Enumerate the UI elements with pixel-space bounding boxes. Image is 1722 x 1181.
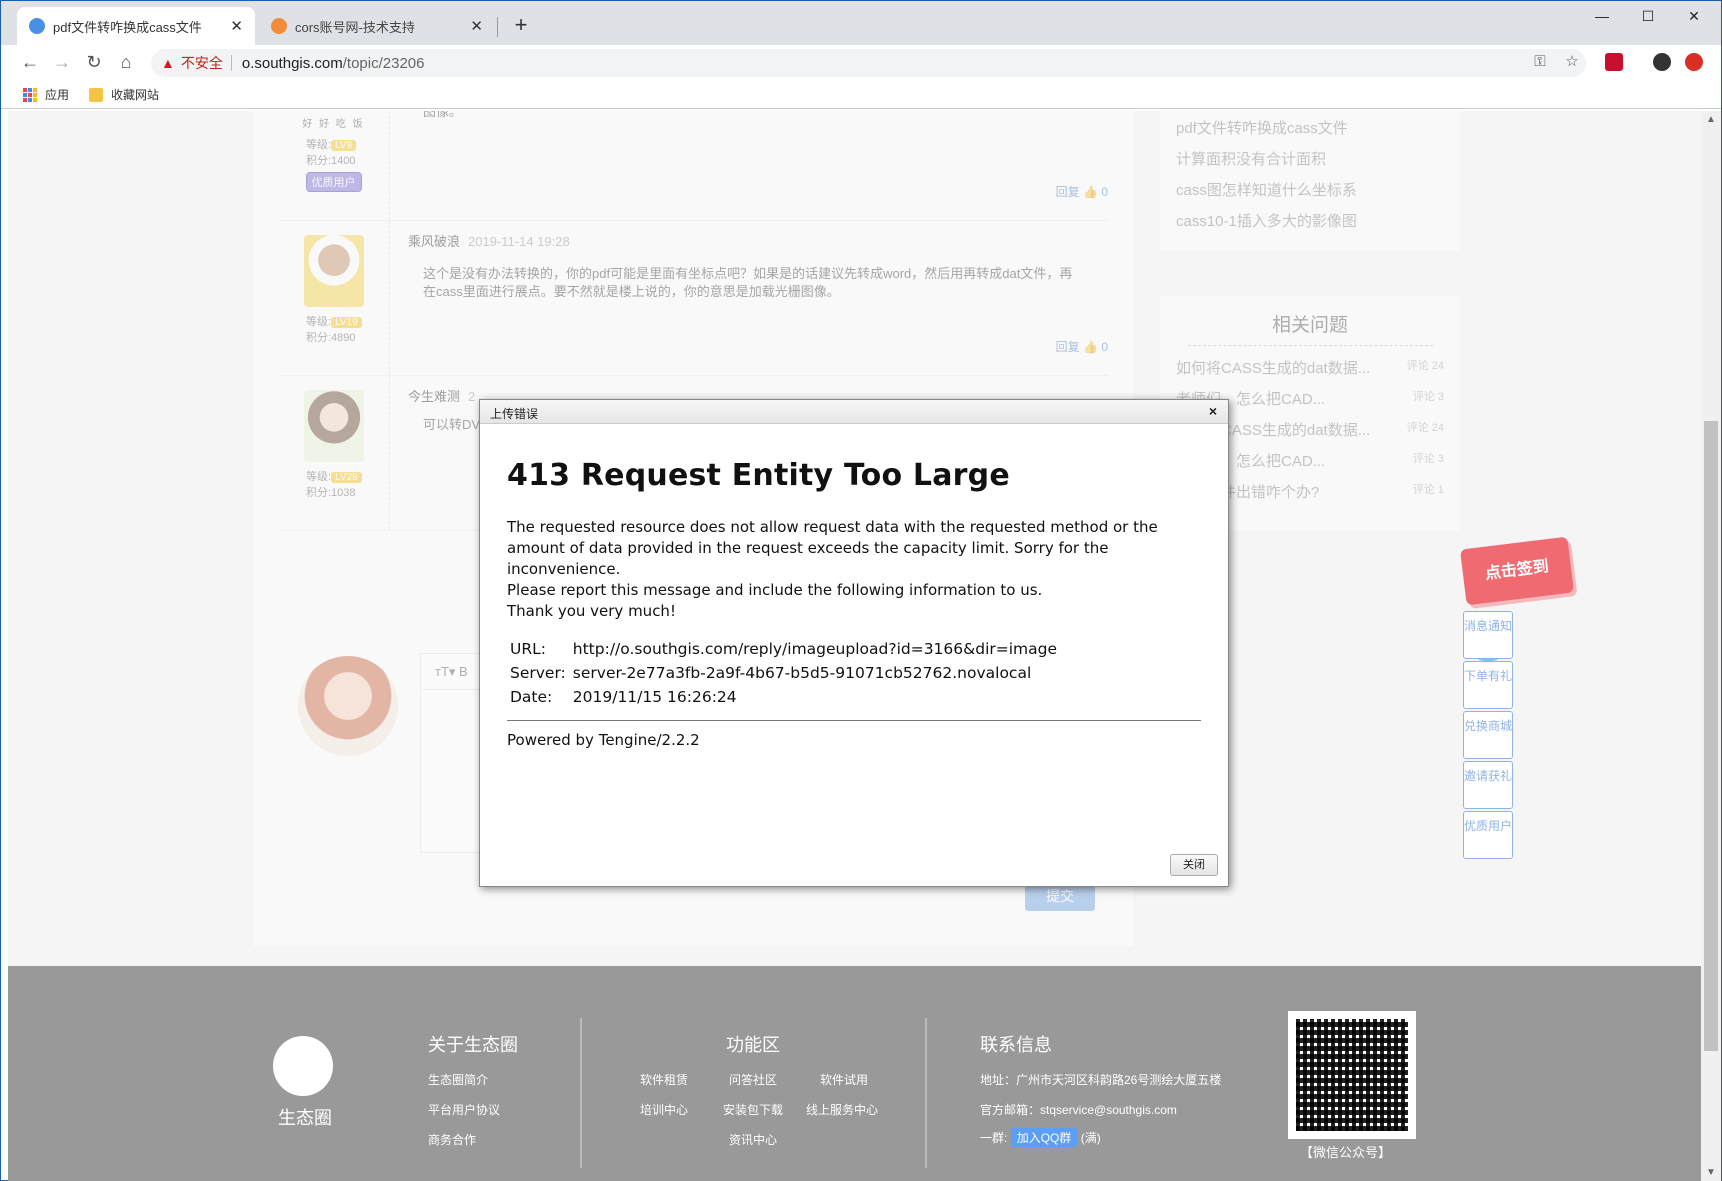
home-icon[interactable]: ⌂ <box>113 49 139 75</box>
folder-label: 收藏网站 <box>111 88 160 102</box>
error-info-table: URL: http://o.southgis.com/reply/imageupl… <box>507 638 1059 710</box>
info-row-date: Date: 2019/11/15 16:26:24 <box>510 688 737 706</box>
url-host: o.southgis.com <box>241 54 343 72</box>
tab-inactive[interactable]: cors账号网-技术支持 ✕ <box>259 7 495 45</box>
tab-strip: pdf文件转咋换成cass文件 ✕ cors账号网-技术支持 ✕ + — ☐ ✕ <box>1 1 1721 45</box>
tab-active[interactable]: pdf文件转咋换成cass文件 ✕ <box>17 7 255 45</box>
close-window-button[interactable]: ✕ <box>1671 1 1717 31</box>
folder-bookmark[interactable]: 收藏网站 <box>89 86 159 103</box>
info-row-server: Server: server-2e77a3fb-2a9f-4b67-b5d5-91… <box>510 664 1032 682</box>
address-divider <box>230 55 232 71</box>
error-divider <box>507 720 1201 721</box>
back-arrow-icon[interactable]: ← <box>17 49 43 75</box>
warning-icon: ▲ <box>161 55 175 71</box>
close-tab-icon[interactable]: ✕ <box>470 17 483 35</box>
site-favicon-icon <box>271 18 287 34</box>
upload-error-dialog: 上传错误 × 413 Request Entity Too Large The … <box>479 399 1229 887</box>
folder-icon <box>89 87 103 102</box>
scroll-thumb[interactable] <box>1704 421 1718 1051</box>
star-icon[interactable]: ☆ <box>1559 49 1585 75</box>
apps-bookmark[interactable]: 应用 <box>23 86 69 103</box>
minimize-button[interactable]: — <box>1579 1 1625 31</box>
address-bar[interactable]: ▲ 不安全 o.southgis.com/topic/23206 <box>151 49 1586 77</box>
tab-divider <box>497 17 498 37</box>
scroll-up-arrow-icon[interactable]: ▲ <box>1701 111 1721 129</box>
browser-window: pdf文件转咋换成cass文件 ✕ cors账号网-技术支持 ✕ + — ☐ ✕… <box>0 0 1722 1181</box>
dialog-body: 413 Request Entity Too Large The request… <box>480 458 1228 749</box>
dialog-title: 上传错误 <box>490 407 539 421</box>
browser-toolbar: ← → ↻ ⌂ ▲ 不安全 o.southgis.com/topic/23206… <box>1 45 1721 79</box>
close-tab-icon[interactable]: ✕ <box>230 17 243 35</box>
maximize-button[interactable]: ☐ <box>1625 1 1671 31</box>
reload-icon[interactable]: ↻ <box>81 49 107 75</box>
key-icon[interactable]: ⚿ <box>1527 49 1553 75</box>
bookmarks-bar: 应用 收藏网站 <box>1 79 1721 109</box>
error-description: The requested resource does not allow re… <box>507 518 1158 620</box>
dialog-titlebar: 上传错误 × <box>480 400 1228 424</box>
close-icon[interactable]: × <box>1204 402 1222 420</box>
apps-label: 应用 <box>45 88 70 102</box>
update-icon[interactable] <box>1685 53 1703 71</box>
tab-title: pdf文件转咋换成cass文件 <box>53 19 202 35</box>
security-label[interactable]: 不安全 <box>181 53 223 73</box>
new-tab-button[interactable]: + <box>507 11 535 39</box>
url-path: /topic/23206 <box>342 54 425 72</box>
close-button[interactable]: 关闭 <box>1170 854 1218 876</box>
profile-icon[interactable] <box>1653 53 1671 71</box>
globe-icon <box>29 18 45 34</box>
tab-title: cors账号网-技术支持 <box>295 19 415 35</box>
apps-grid-icon <box>23 87 37 102</box>
scroll-down-arrow-icon[interactable]: ▼ <box>1701 1164 1721 1181</box>
pdf-extension-icon[interactable] <box>1605 53 1623 71</box>
page-scrollbar[interactable]: ▲ ▼ <box>1701 111 1721 1181</box>
powered-by: Powered by Tengine/2.2.2 <box>507 731 700 749</box>
error-heading: 413 Request Entity Too Large <box>507 458 1010 493</box>
info-row-url: URL: http://o.southgis.com/reply/imageupl… <box>510 640 1058 658</box>
forward-arrow-icon[interactable]: → <box>49 49 75 75</box>
